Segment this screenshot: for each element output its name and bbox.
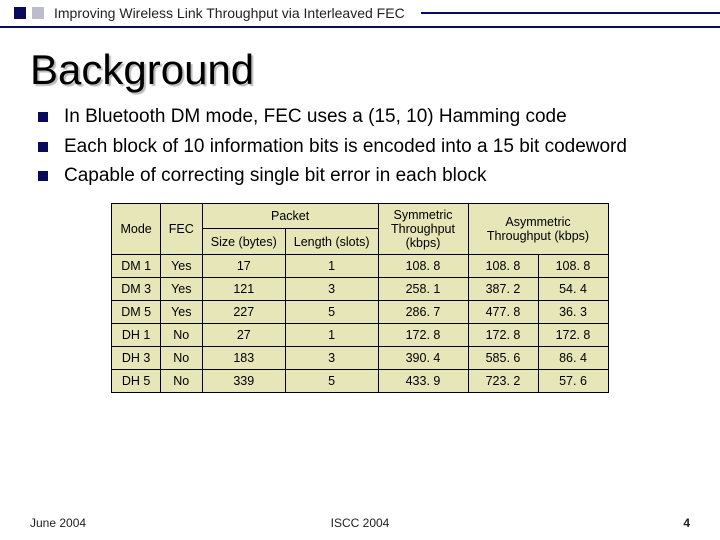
table-row: DH 3 No 183 3 390. 4 585. 6 86. 4 — [112, 346, 608, 369]
bullet-item: In Bluetooth DM mode, FEC uses a (15, 10… — [38, 104, 690, 130]
cell-mode: DH 3 — [112, 346, 160, 369]
col-mode: Mode — [112, 203, 160, 254]
cell-mode: DM 3 — [112, 277, 160, 300]
cell-fec: Yes — [160, 254, 202, 277]
table-row: DM 3 Yes 121 3 258. 1 387. 2 54. 4 — [112, 277, 608, 300]
bullet-list: In Bluetooth DM mode, FEC uses a (15, 10… — [30, 104, 690, 189]
cell-asym-a: 387. 2 — [468, 277, 538, 300]
cell-size: 183 — [202, 346, 285, 369]
cell-mode: DH 5 — [112, 369, 160, 392]
cell-sym: 433. 9 — [378, 369, 468, 392]
accent-square-icon — [14, 7, 26, 19]
cell-fec: No — [160, 369, 202, 392]
cell-fec: Yes — [160, 300, 202, 323]
rule-line — [421, 12, 720, 14]
cell-size: 339 — [202, 369, 285, 392]
cell-fec: No — [160, 346, 202, 369]
cell-mode: DM 1 — [112, 254, 160, 277]
col-asym: Asymmetric Throughput (kbps) — [468, 203, 608, 254]
slide-body: In Bluetooth DM mode, FEC uses a (15, 10… — [0, 104, 720, 393]
col-sym: Symmetric Throughput (kbps) — [378, 203, 468, 254]
rule-line-full — [0, 26, 720, 28]
cell-sym: 286. 7 — [378, 300, 468, 323]
cell-asym-b: 36. 3 — [538, 300, 608, 323]
footer-date: June 2004 — [30, 516, 86, 530]
col-packet: Packet — [202, 203, 378, 229]
cell-sym: 108. 8 — [378, 254, 468, 277]
cell-asym-a: 108. 8 — [468, 254, 538, 277]
cell-asym-b: 54. 4 — [538, 277, 608, 300]
throughput-table: Mode FEC Packet Symmetric Throughput (kb… — [111, 203, 608, 393]
cell-asym-b: 57. 6 — [538, 369, 608, 392]
cell-mode: DH 1 — [112, 323, 160, 346]
cell-asym-a: 723. 2 — [468, 369, 538, 392]
cell-length: 3 — [285, 346, 378, 369]
col-size: Size (bytes) — [202, 229, 285, 255]
cell-length: 3 — [285, 277, 378, 300]
cell-length: 5 — [285, 300, 378, 323]
cell-asym-a: 585. 6 — [468, 346, 538, 369]
table-row: DH 5 No 339 5 433. 9 723. 2 57. 6 — [112, 369, 608, 392]
cell-length: 5 — [285, 369, 378, 392]
cell-asym-b: 108. 8 — [538, 254, 608, 277]
table-row: DM 1 Yes 17 1 108. 8 108. 8 108. 8 — [112, 254, 608, 277]
cell-sym: 172. 8 — [378, 323, 468, 346]
cell-asym-b: 172. 8 — [538, 323, 608, 346]
cell-size: 227 — [202, 300, 285, 323]
accent-square-light-icon — [32, 7, 44, 19]
slide-title: Background — [30, 46, 720, 94]
top-bar: Improving Wireless Link Throughput via I… — [0, 0, 720, 26]
cell-asym-a: 172. 8 — [468, 323, 538, 346]
cell-size: 17 — [202, 254, 285, 277]
cell-length: 1 — [285, 323, 378, 346]
slide: Improving Wireless Link Throughput via I… — [0, 0, 720, 540]
col-length: Length (slots) — [285, 229, 378, 255]
table-header-row: Mode FEC Packet Symmetric Throughput (kb… — [112, 203, 608, 229]
cell-size: 121 — [202, 277, 285, 300]
table-row: DM 5 Yes 227 5 286. 7 477. 8 36. 3 — [112, 300, 608, 323]
footer-venue: ISCC 2004 — [331, 516, 390, 530]
cell-sym: 390. 4 — [378, 346, 468, 369]
footer: June 2004 ISCC 2004 4 — [0, 516, 720, 530]
col-fec: FEC — [160, 203, 202, 254]
cell-asym-b: 86. 4 — [538, 346, 608, 369]
cell-length: 1 — [285, 254, 378, 277]
cell-mode: DM 5 — [112, 300, 160, 323]
cell-asym-a: 477. 8 — [468, 300, 538, 323]
slide-number: 4 — [683, 516, 690, 530]
cell-sym: 258. 1 — [378, 277, 468, 300]
table-row: DH 1 No 27 1 172. 8 172. 8 172. 8 — [112, 323, 608, 346]
cell-fec: No — [160, 323, 202, 346]
bullet-item: Each block of 10 information bits is enc… — [38, 134, 690, 160]
running-title: Improving Wireless Link Throughput via I… — [54, 5, 405, 21]
cell-fec: Yes — [160, 277, 202, 300]
bullet-item: Capable of correcting single bit error i… — [38, 163, 690, 189]
cell-size: 27 — [202, 323, 285, 346]
